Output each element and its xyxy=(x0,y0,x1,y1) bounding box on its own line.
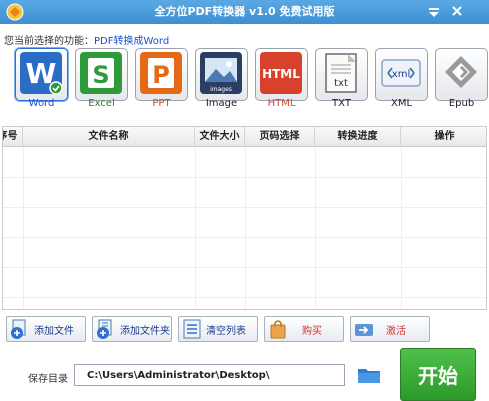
add-folder-label: 添加文件夹 xyxy=(120,325,170,337)
image-icon: images xyxy=(200,52,242,94)
shopping-bag-icon xyxy=(270,320,286,339)
clear-list-icon xyxy=(183,319,201,339)
table-header: 序号 文件名称 文件大小 页码选择 转换进度 操作 xyxy=(3,127,486,147)
format-word-label: Word xyxy=(28,98,55,109)
format-txt-label: TXT xyxy=(332,98,351,109)
clear-list-label: 清空列表 xyxy=(206,325,246,337)
buy-label: 购买 xyxy=(302,325,322,337)
window-title: 全方位PDF转换器 v1.0 免费试用版 xyxy=(154,5,335,18)
title-bar: 全方位PDF转换器 v1.0 免费试用版 xyxy=(0,0,489,24)
format-excel-button[interactable]: S Excel xyxy=(75,48,128,114)
add-folder-icon xyxy=(97,319,112,339)
format-xml-label: XML xyxy=(390,98,413,109)
activate-icon xyxy=(355,324,373,336)
txt-icon: txt xyxy=(325,53,357,93)
activate-button[interactable]: 激活 xyxy=(350,316,430,342)
add-file-icon xyxy=(11,319,26,339)
format-xml-button[interactable]: xml XML xyxy=(375,48,428,114)
epub-icon xyxy=(445,56,477,88)
format-image-label: Image xyxy=(205,98,238,109)
format-word-button[interactable]: W Word xyxy=(15,48,68,114)
excel-icon: S xyxy=(80,52,122,94)
add-folder-button[interactable]: 添加文件夹 xyxy=(92,316,172,342)
current-function: 您当前选择的功能：PDF转换成Word xyxy=(4,32,169,47)
format-epub-label: Epub xyxy=(448,98,475,109)
save-directory-label: 保存目录 xyxy=(28,374,68,385)
file-list-table[interactable]: 序号 文件名称 文件大小 页码选择 转换进度 操作 xyxy=(2,126,487,310)
svg-text:S: S xyxy=(92,61,109,89)
close-icon[interactable] xyxy=(449,3,465,19)
column-header-filename: 文件名称 xyxy=(23,127,195,147)
clear-list-button[interactable]: 清空列表 xyxy=(178,316,258,342)
html-icon: HTML xyxy=(260,52,302,94)
format-html-label: HTML xyxy=(267,98,296,109)
format-image-button[interactable]: images Image xyxy=(195,48,248,114)
save-directory-input[interactable] xyxy=(74,364,345,386)
column-header-page-select: 页码选择 xyxy=(245,127,315,147)
add-file-label: 添加文件 xyxy=(34,325,74,337)
format-ppt-label: PPT xyxy=(152,98,171,109)
format-excel-label: Excel xyxy=(88,98,115,109)
column-header-filesize: 文件大小 xyxy=(195,127,245,147)
format-txt-button[interactable]: txt TXT xyxy=(315,48,368,114)
xml-icon: xml xyxy=(381,59,421,87)
format-html-button[interactable]: HTML HTML xyxy=(255,48,308,114)
svg-text:xml: xml xyxy=(392,69,410,80)
svg-text:HTML: HTML xyxy=(262,67,300,81)
start-button[interactable]: 开始 xyxy=(400,348,476,401)
current-function-value: PDF转换成Word xyxy=(94,36,170,47)
activate-label: 激活 xyxy=(386,325,406,337)
add-file-button[interactable]: 添加文件 xyxy=(6,316,86,342)
format-epub-button[interactable]: Epub xyxy=(435,48,488,114)
svg-text:txt: txt xyxy=(334,78,348,89)
svg-text:P: P xyxy=(152,61,170,89)
word-icon: W xyxy=(20,52,62,94)
column-header-actions: 操作 xyxy=(434,131,455,142)
column-header-progress: 转换进度 xyxy=(315,127,401,147)
buy-button[interactable]: 购买 xyxy=(264,316,344,342)
format-ppt-button[interactable]: P PPT xyxy=(135,48,188,114)
current-function-label: 您当前选择的功能： xyxy=(4,36,94,47)
browse-folder-icon[interactable] xyxy=(357,366,381,384)
column-header-index: 序号 xyxy=(3,127,23,147)
svg-text:images: images xyxy=(210,86,232,93)
menu-dropdown-icon[interactable] xyxy=(426,4,442,20)
ppt-icon: P xyxy=(140,52,182,94)
